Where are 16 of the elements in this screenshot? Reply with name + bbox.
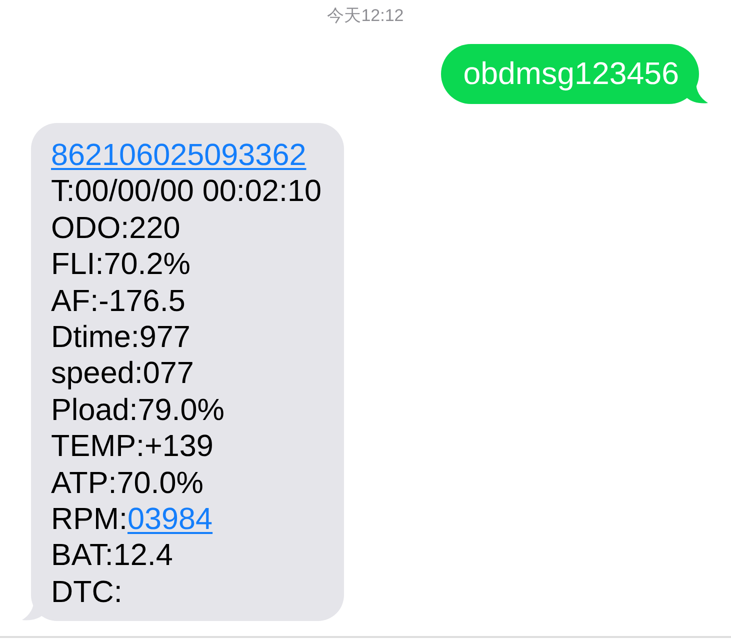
message-text: RPM: xyxy=(51,502,128,536)
message-text: ODO:220 xyxy=(51,210,180,245)
message-text: obdmsg123456 xyxy=(463,56,679,91)
message-text: ATP:70.0% xyxy=(51,466,204,500)
timestamp: 今天12:12 xyxy=(327,6,404,26)
message-text: FLI:70.2% xyxy=(51,247,190,282)
message-text: AF:-176.5 xyxy=(51,284,186,318)
message-text: Pload:79.0% xyxy=(51,392,224,427)
message-text: speed:077 xyxy=(51,356,194,390)
message-text: T:00/00/00 00:02:10 xyxy=(51,174,322,208)
message-text: DTC: xyxy=(51,574,122,609)
message-text: BAT:12.4 xyxy=(51,538,173,572)
message-link[interactable]: 03984 xyxy=(127,502,213,536)
message-text: TEMP:+139 xyxy=(51,429,214,464)
message-text: Dtime:977 xyxy=(51,320,190,354)
message-link[interactable]: 862106025093362 xyxy=(51,138,306,172)
